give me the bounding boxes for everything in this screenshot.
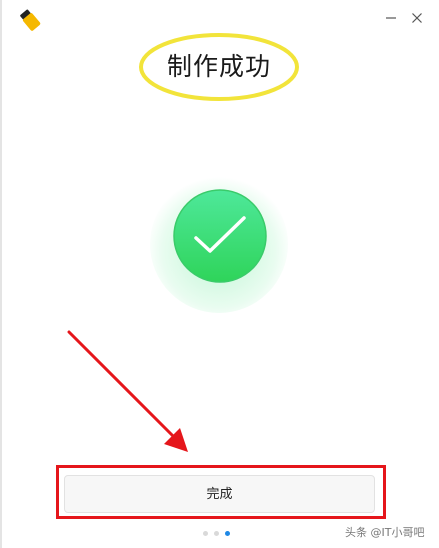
close-icon[interactable]	[408, 9, 426, 27]
watermark: 头条 @IT小哥吧	[345, 526, 425, 539]
page-title: 制作成功	[166, 52, 271, 81]
minimize-icon[interactable]	[382, 9, 400, 27]
pager-dot	[214, 531, 219, 536]
usb-drive-icon	[18, 8, 42, 32]
pager-dots	[203, 531, 230, 539]
pager-dot	[203, 531, 208, 536]
success-dialog: 制作成功 完成 头条 @IT小哥吧	[0, 0, 439, 548]
checkmark-icon	[172, 188, 268, 284]
done-button[interactable]: 完成	[64, 475, 375, 513]
window-edge	[0, 0, 2, 548]
pager-dot-active	[225, 531, 230, 536]
